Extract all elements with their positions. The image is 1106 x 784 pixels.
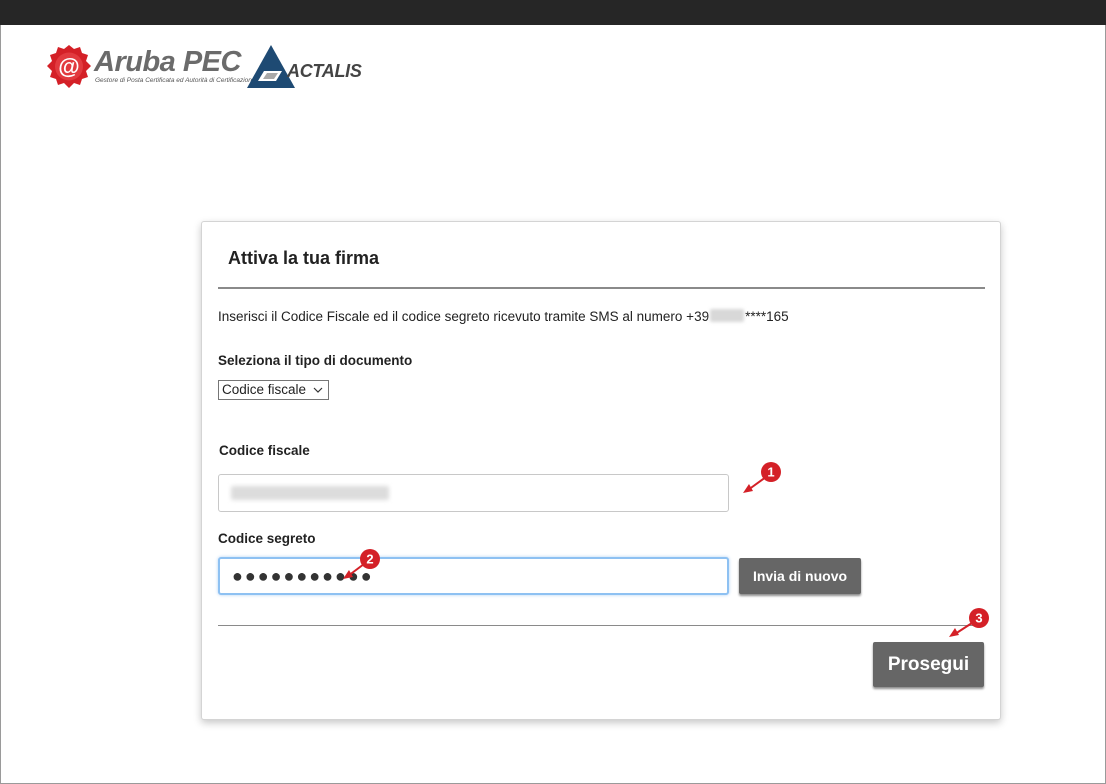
aruba-pec-logo: @ Aruba PEC Gestore di Posta Certificata… — [46, 44, 256, 90]
card-title: Attiva la tua firma — [228, 248, 380, 268]
codice-segreto-input[interactable]: ●●●●●●●●●●● — [218, 557, 729, 595]
instructions-prefix: Inserisci il Codice Fiscale ed il codice… — [218, 309, 710, 324]
instructions-suffix: ****165 — [745, 309, 789, 324]
resend-code-button[interactable]: Invia di nuovo — [739, 558, 861, 594]
activation-card: Attiva la tua firma Inserisci il Codice … — [201, 221, 1001, 720]
codice-fiscale-redacted-value — [231, 486, 389, 500]
footer-divider — [218, 625, 985, 626]
phone-redacted — [710, 309, 745, 322]
document-type-value: Codice fiscale — [222, 382, 307, 397]
codice-segreto-label: Codice segreto — [218, 531, 316, 546]
document-type-label: Seleziona il tipo di documento — [218, 353, 413, 368]
top-bar — [0, 0, 1106, 25]
chevron-down-icon — [313, 387, 323, 393]
actalis-name: ACTALIS — [287, 61, 362, 81]
document-type-select[interactable]: Codice fiscale — [218, 380, 329, 400]
aruba-tagline: Gestore di Posta Certificata ed Autorità… — [95, 77, 256, 84]
codice-fiscale-input[interactable] — [218, 474, 729, 512]
actalis-logo: ACTALIS — [247, 45, 377, 89]
instructions-text: Inserisci il Codice Fiscale ed il codice… — [218, 309, 789, 324]
svg-text:@: @ — [58, 54, 79, 79]
step-3-number: 3 — [975, 611, 982, 626]
continue-button[interactable]: Prosegui — [873, 642, 984, 687]
aruba-seal-icon: @ — [47, 45, 91, 88]
title-divider — [218, 287, 985, 289]
step-2-number: 2 — [366, 552, 373, 567]
step-1-marker: 1 — [743, 462, 781, 493]
step-3-marker: 3 — [949, 608, 989, 637]
step-1-number: 1 — [767, 465, 774, 480]
aruba-name: Aruba PEC — [94, 46, 241, 78]
codice-fiscale-label: Codice fiscale — [219, 443, 310, 458]
step-2-marker: 2 — [343, 549, 380, 579]
